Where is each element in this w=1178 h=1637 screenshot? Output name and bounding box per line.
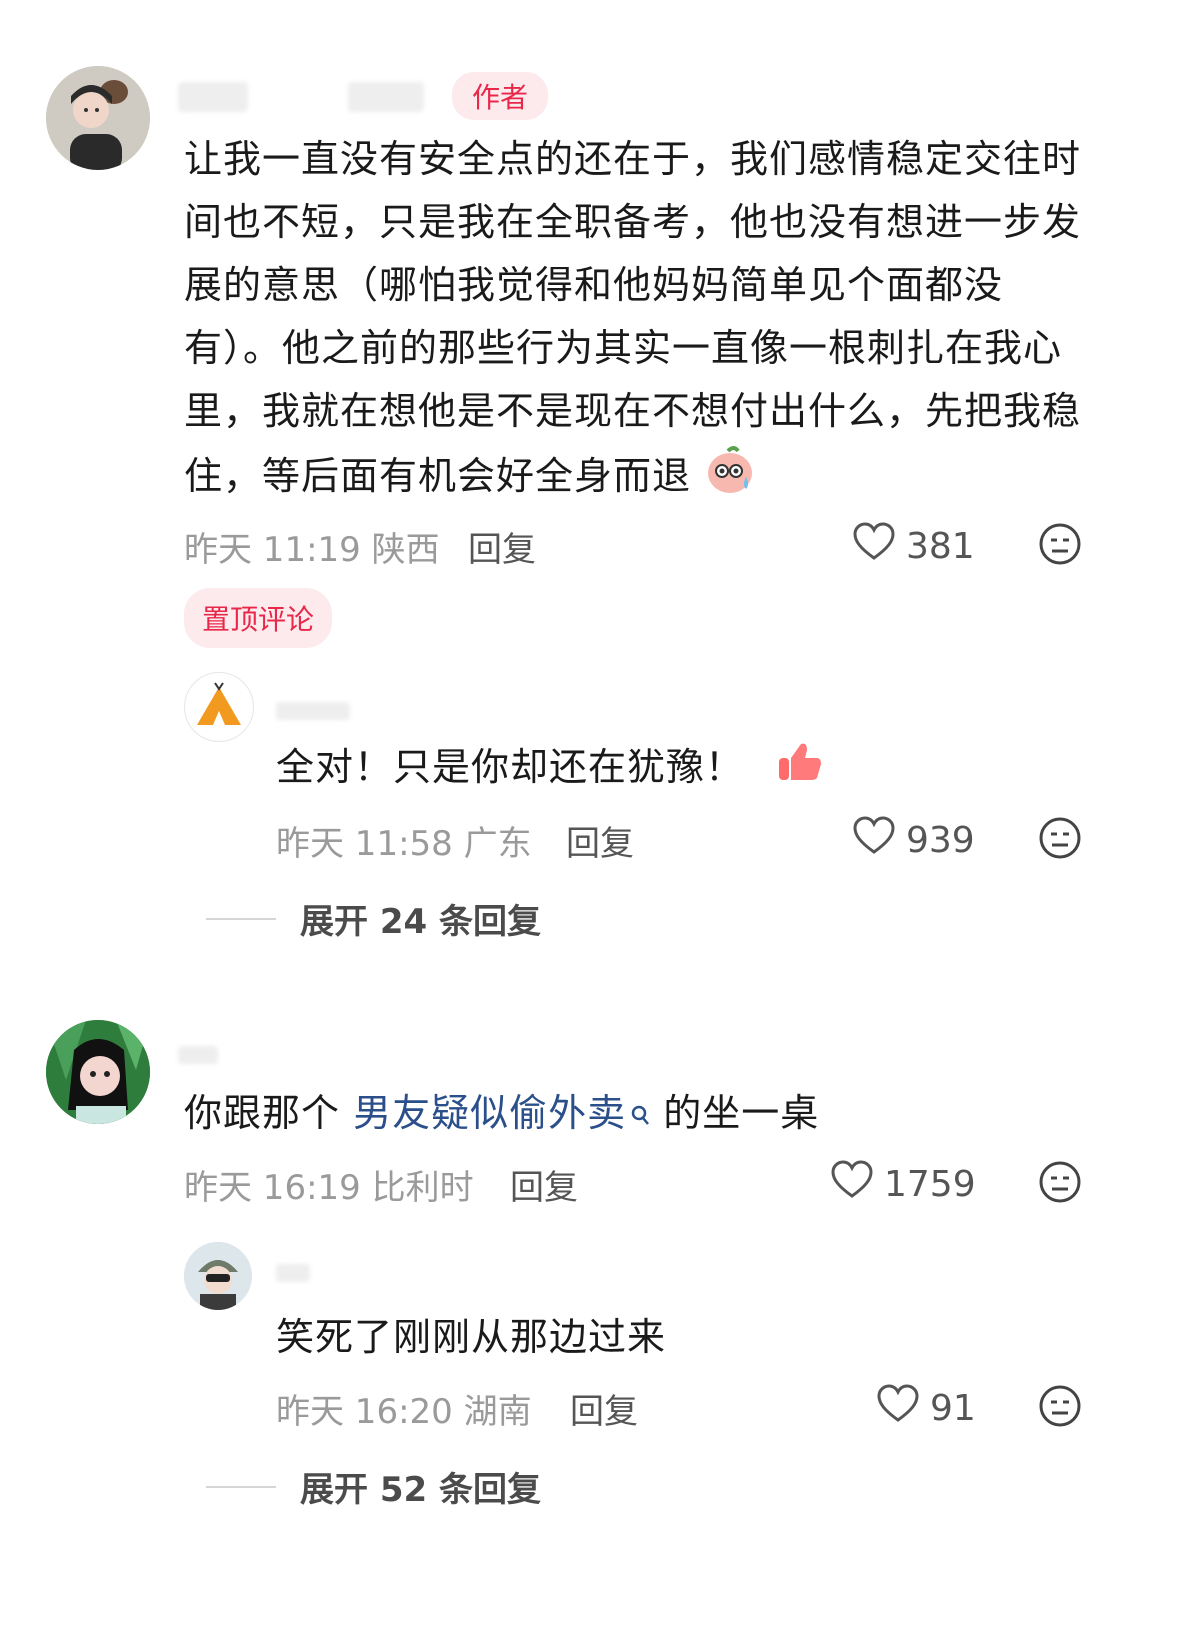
reply-meta: 昨天 11:58 广东	[276, 824, 532, 864]
reply-text: 全对！只是你却还在犹豫！	[276, 736, 823, 801]
reply-text: 笑死了刚刚从那边过来	[276, 1315, 667, 1359]
username-redacted	[276, 1264, 310, 1282]
neutral-face-icon[interactable]	[1038, 816, 1082, 864]
like-count: 91	[930, 1388, 976, 1429]
reply-button[interactable]: 回复	[468, 522, 536, 571]
thumbs-up-emoji-icon	[777, 738, 823, 801]
search-keyword-link[interactable]: 男友疑似偷外卖	[353, 1091, 650, 1135]
reply-button[interactable]: 回复	[570, 1384, 638, 1433]
username-redacted	[276, 702, 350, 720]
neutral-face-icon[interactable]	[1038, 1384, 1082, 1432]
like-count: 381	[906, 526, 975, 567]
expand-replies-label: 展开 52 条回复	[300, 1470, 541, 1510]
avatar[interactable]	[46, 1020, 150, 1124]
avatar[interactable]	[184, 672, 254, 742]
comment-meta: 昨天 16:19 比利时	[184, 1168, 474, 1208]
comment-text: 你跟那个 男友疑似偷外卖 的坐一桌	[184, 1082, 819, 1145]
username-redacted	[178, 1046, 218, 1064]
author-badge: 作者	[452, 72, 549, 120]
heart-outline-icon	[852, 816, 896, 865]
avatar[interactable]	[46, 66, 150, 170]
divider-line	[206, 917, 276, 920]
expand-replies-button[interactable]: 展开 24 条回复	[206, 894, 541, 943]
neutral-face-icon[interactable]	[1038, 1160, 1082, 1208]
comment-meta: 昨天 11:19 陕西	[184, 530, 440, 570]
sweating-emoji-icon	[704, 443, 756, 514]
comment-text: 让我一直没有安全点的还在于，我们感情稳定交往时间也不短，只是我在全职备考，他也没…	[184, 128, 1084, 514]
reply-meta: 昨天 16:20 湖南	[276, 1392, 532, 1432]
like-button[interactable]: 381	[852, 522, 975, 571]
expand-replies-button[interactable]: 展开 52 条回复	[206, 1462, 541, 1511]
pinned-comment-badge: 置顶评论	[184, 588, 333, 648]
neutral-face-icon[interactable]	[1038, 522, 1082, 570]
reply-button[interactable]: 回复	[510, 1160, 578, 1209]
username-redacted	[178, 82, 248, 112]
like-count: 1759	[884, 1164, 976, 1205]
like-button[interactable]: 91	[876, 1384, 976, 1433]
like-count: 939	[906, 820, 975, 861]
username-redacted	[348, 82, 424, 112]
expand-replies-label: 展开 24 条回复	[300, 902, 541, 942]
like-button[interactable]: 939	[852, 816, 975, 865]
divider-line	[206, 1485, 276, 1488]
like-button[interactable]: 1759	[830, 1160, 976, 1209]
avatar[interactable]	[184, 1242, 252, 1310]
heart-outline-icon	[876, 1384, 920, 1433]
heart-outline-icon	[830, 1160, 874, 1209]
reply-button[interactable]: 回复	[566, 816, 634, 865]
search-icon	[630, 1082, 650, 1145]
heart-outline-icon	[852, 522, 896, 571]
